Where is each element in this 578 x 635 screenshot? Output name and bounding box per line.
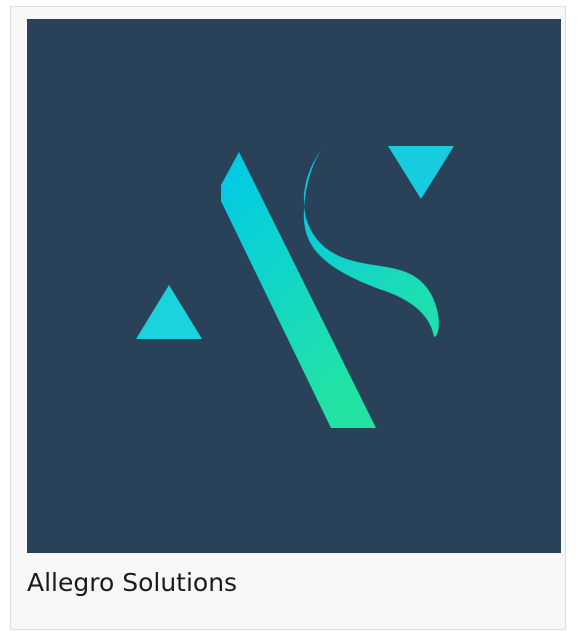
company-name[interactable]: Allegro Solutions bbox=[27, 559, 237, 607]
company-logo bbox=[27, 19, 561, 553]
allegro-solutions-logo-icon bbox=[136, 146, 454, 428]
diagonal-bar-mark bbox=[221, 152, 376, 428]
left-triangle-mark bbox=[136, 285, 202, 339]
company-card[interactable]: Allegro Solutions bbox=[10, 6, 566, 630]
right-triangle-mark bbox=[388, 146, 454, 199]
